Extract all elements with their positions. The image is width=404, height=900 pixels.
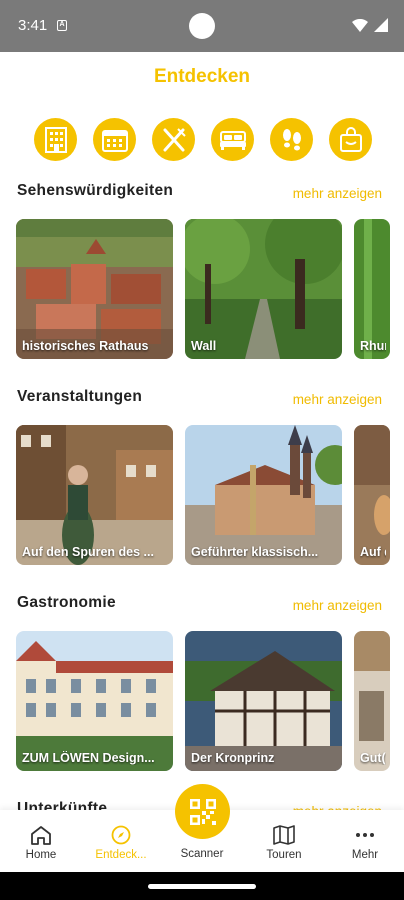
- hotel-photo: [16, 631, 173, 771]
- town-photo: [16, 219, 173, 359]
- nav-discover[interactable]: Entdeck...: [86, 824, 156, 861]
- status-bar: 3:41 A: [0, 0, 404, 52]
- card-row-gastronomy: ZUM LÖWEN Design... Der Kronprinz Gut(: [16, 631, 390, 771]
- card-event-auf[interactable]: Auf d: [354, 425, 390, 565]
- more-link-sights[interactable]: mehr anzeigen: [293, 186, 382, 201]
- bottom-navigation: Home Entdeck... Scanner Touren Mehr: [0, 784, 404, 872]
- compass-icon: [111, 825, 131, 845]
- home-gesture-handle[interactable]: [148, 884, 256, 889]
- card-event-spuren[interactable]: Auf den Spuren des ...: [16, 425, 173, 565]
- card-label: Der Kronprinz: [191, 751, 275, 765]
- system-navigation-bar: [0, 872, 404, 900]
- nav-scanner-label: Scanner: [180, 848, 224, 860]
- category-sights-button[interactable]: [34, 118, 77, 161]
- card-label: ZUM LÖWEN Design...: [22, 751, 155, 765]
- nav-home[interactable]: Home: [6, 824, 76, 861]
- map-icon: [273, 825, 295, 845]
- notification-a-icon: A: [57, 20, 67, 31]
- nav-tours-label: Touren: [266, 849, 302, 861]
- section-title-sights: Sehenswürdigkeiten: [17, 182, 174, 199]
- section-title-events: Veranstaltungen: [17, 388, 143, 405]
- category-gastronomy-button[interactable]: [152, 118, 195, 161]
- nav-scanner[interactable]: Scanner: [167, 848, 237, 860]
- camera-cutout: [189, 13, 215, 39]
- category-row: [34, 118, 372, 161]
- footprints-icon: [282, 128, 301, 150]
- category-shopping-button[interactable]: [329, 118, 372, 161]
- category-events-button[interactable]: [93, 118, 136, 161]
- qr-code-icon: [189, 798, 216, 825]
- card-sight-rathaus[interactable]: historisches Rathaus: [16, 219, 173, 359]
- church-square-photo: [185, 425, 342, 565]
- nav-tours[interactable]: Touren: [249, 824, 319, 861]
- category-tours-button[interactable]: [270, 118, 313, 161]
- event-photo: [354, 425, 390, 565]
- interior-photo: [354, 631, 390, 771]
- card-label: Geführter klassisch...: [191, 545, 319, 559]
- home-icon: [31, 826, 51, 845]
- section-title-gastronomy: Gastronomie: [17, 594, 116, 611]
- card-label: Rhun: [360, 339, 386, 353]
- card-label: Wall: [191, 339, 217, 353]
- more-link-events[interactable]: mehr anzeigen: [293, 392, 382, 407]
- page-title: Entdecken: [153, 66, 251, 87]
- card-row-sights: historisches Rathaus Wall Rhun: [16, 219, 390, 359]
- more-link-gastronomy[interactable]: mehr anzeigen: [293, 598, 382, 613]
- nav-more[interactable]: Mehr: [330, 824, 400, 861]
- card-event-fuehrung[interactable]: Geführter klassisch...: [185, 425, 342, 565]
- card-label: Auf den Spuren des ...: [22, 545, 154, 559]
- card-label: historisches Rathaus: [22, 339, 149, 353]
- category-accommodation-button[interactable]: [211, 118, 254, 161]
- fork-knife-icon: [163, 127, 186, 151]
- nav-more-label: Mehr: [351, 849, 379, 861]
- card-row-events: Auf den Spuren des ... Geführter klassis…: [16, 425, 390, 565]
- timber-house-photo: [185, 631, 342, 771]
- forest-photo: [354, 219, 390, 359]
- scanner-button[interactable]: [175, 784, 230, 839]
- building-icon: [44, 126, 67, 153]
- card-sight-wall[interactable]: Wall: [185, 219, 342, 359]
- discover-screen: Entdecken Sehenswürdigkeiten mehr anzeig…: [0, 52, 404, 872]
- bed-icon: [219, 130, 246, 150]
- guide-photo: [16, 425, 173, 565]
- card-sight-rhun[interactable]: Rhun: [354, 219, 390, 359]
- status-time: 3:41: [18, 17, 48, 34]
- calendar-icon: [101, 129, 128, 152]
- card-label: Gut(: [360, 751, 386, 765]
- nav-discover-label: Entdeck...: [95, 849, 147, 861]
- nav-home-label: Home: [25, 849, 57, 861]
- shopping-bag-icon: [339, 126, 362, 152]
- card-gastro-gut[interactable]: Gut(: [354, 631, 390, 771]
- card-gastro-kronprinz[interactable]: Der Kronprinz: [185, 631, 342, 771]
- tree-path-photo: [185, 219, 342, 359]
- signal-icon: [374, 18, 388, 32]
- wifi-icon: [352, 18, 368, 32]
- card-gastro-loewen[interactable]: ZUM LÖWEN Design...: [16, 631, 173, 771]
- card-label: Auf d: [360, 545, 386, 559]
- status-icons: [352, 18, 388, 32]
- more-dots-icon: [356, 833, 374, 837]
